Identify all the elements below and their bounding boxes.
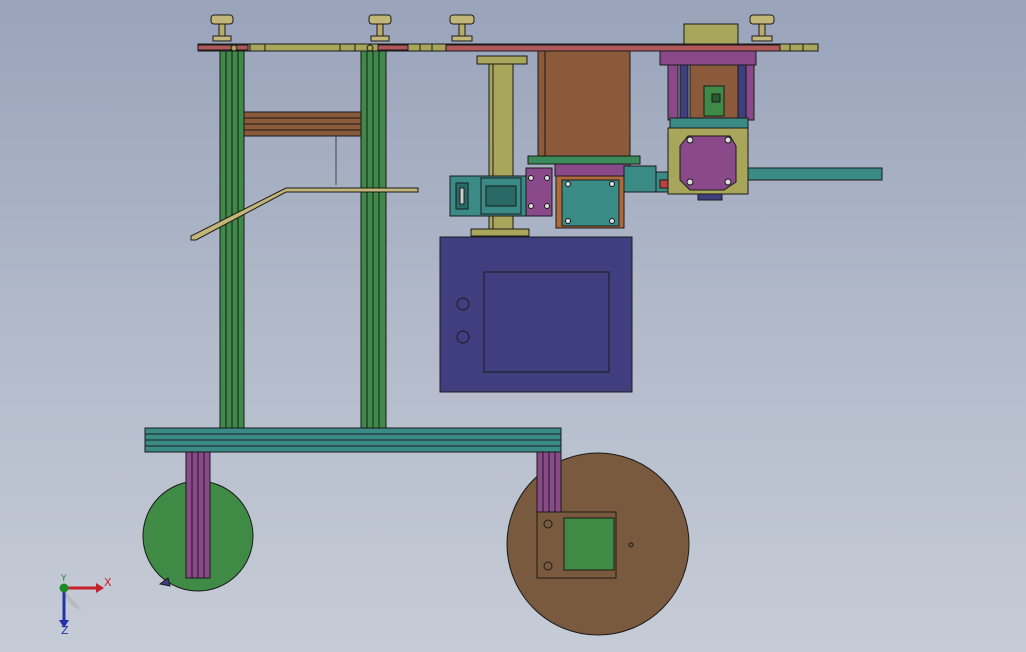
leveling-foot <box>368 14 392 42</box>
motor-housing <box>537 50 631 162</box>
left-wheel <box>142 451 254 592</box>
leveling-foot <box>449 14 475 42</box>
coordinate-triad: X Y Z <box>59 574 112 636</box>
cross-beams <box>243 111 362 185</box>
x-axis-label: X <box>104 576 112 589</box>
z-axis-label: Z <box>61 624 69 636</box>
cad-viewport[interactable] <box>0 0 1026 652</box>
leveling-foot <box>210 14 234 42</box>
left-post <box>219 50 245 429</box>
right-wheel <box>506 451 690 636</box>
top-rail <box>197 43 819 52</box>
triad-plane-indicator <box>64 590 82 610</box>
x-axis-arrowhead <box>96 583 104 593</box>
base-beam <box>144 427 562 453</box>
carriage-assembly <box>449 155 673 229</box>
leveling-foot <box>749 14 775 42</box>
y-axis-origin <box>59 583 69 593</box>
right-post <box>360 50 387 429</box>
control-box <box>439 236 633 393</box>
y-axis-label: Y <box>60 574 67 584</box>
